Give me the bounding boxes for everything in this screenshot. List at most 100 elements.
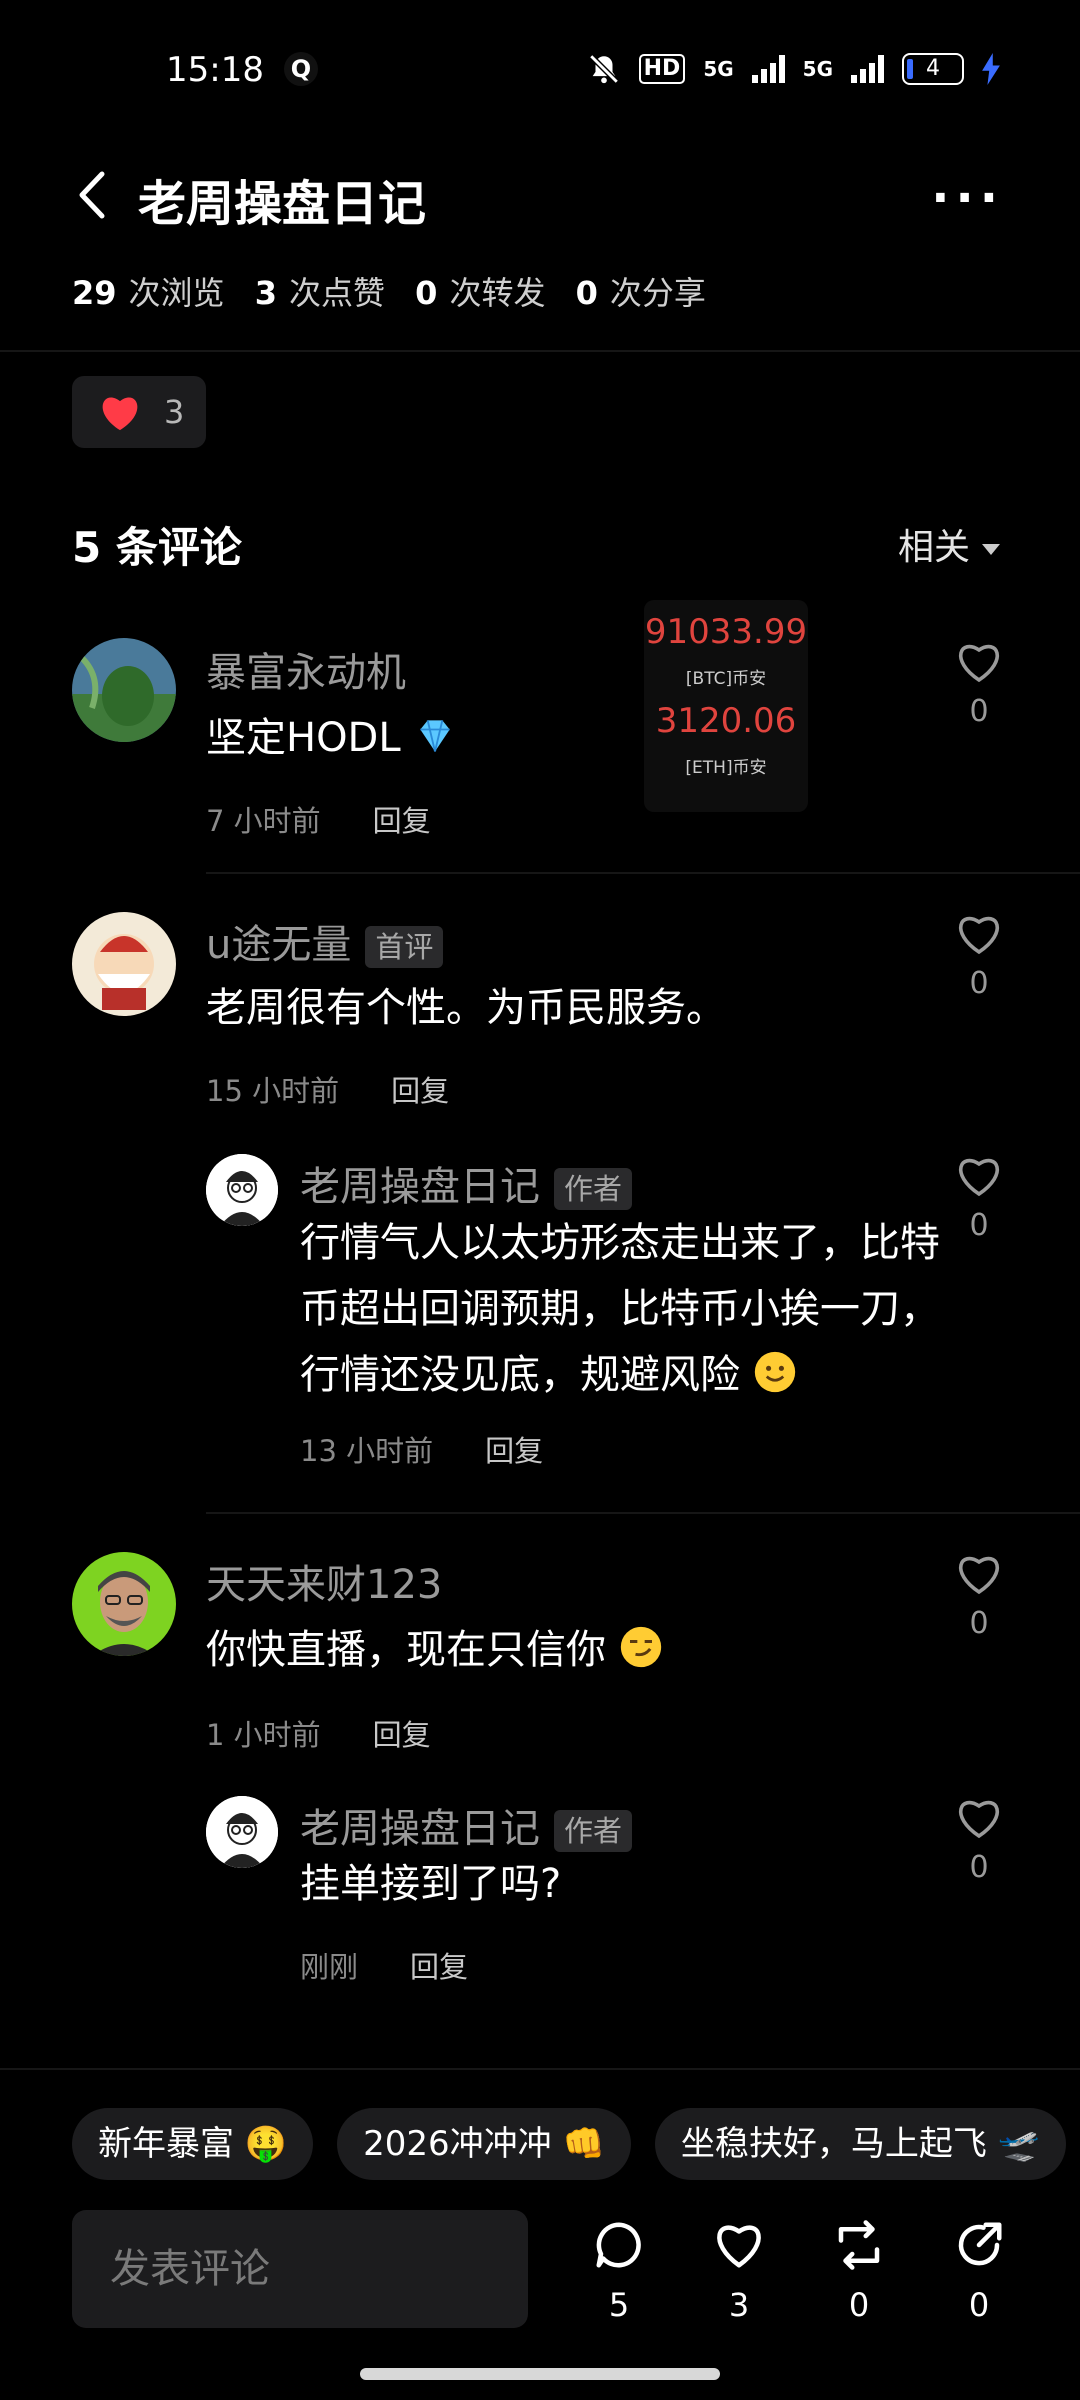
divider — [206, 1512, 1080, 1514]
comment-text-body: 行情气人以太坊形态走出来了，比特币超出回调预期，比特币小挨一刀，行情还没见底，规… — [300, 1220, 940, 1398]
comments-action-button[interactable]: 5 — [584, 2218, 654, 2324]
reply-button[interactable]: 回复 — [373, 1718, 431, 1752]
heart-outline-icon — [959, 1158, 999, 1197]
more-options-button[interactable]: ··· — [931, 170, 1004, 226]
comment-username[interactable]: 老周操盘日记 作者 — [300, 1796, 633, 1854]
post-stats: 29 次浏览 3 次点赞 0 次转发 0 次分享 — [72, 268, 706, 314]
comment-meta: 1 小时前 回复 — [206, 1712, 431, 1754]
comment-meta: 刚刚 回复 — [300, 1944, 468, 1986]
comment-username[interactable]: 老周操盘日记 作者 — [300, 1154, 633, 1212]
status-time: 15:18 — [166, 50, 264, 90]
repost-icon — [838, 2220, 880, 2270]
author-badge: 作者 — [554, 1168, 633, 1210]
status-icons: HD 5G 5G 4 — [587, 52, 1000, 86]
username-text: u途无量 — [206, 922, 352, 968]
battery-icon: 4 — [902, 53, 964, 85]
reply-button[interactable]: 回复 — [410, 1950, 468, 1984]
header: 老周操盘日记 ··· — [0, 150, 1080, 240]
reply-button[interactable]: 回复 — [485, 1434, 543, 1468]
divider — [0, 2068, 1080, 2070]
quick-reply-chip[interactable]: 新年暴富 🤑 — [72, 2108, 314, 2180]
username-text: 老周操盘日记 — [300, 1164, 540, 1210]
quick-reply-chip[interactable]: 2026冲冲冲 👊 — [337, 2108, 631, 2180]
avatar[interactable] — [206, 1796, 278, 1868]
price-ticker-widget[interactable]: 91033.99 [BTC]币安 3120.06 [ETH]币安 — [644, 600, 808, 812]
comment-like-button[interactable]: 0 — [954, 1552, 1004, 1641]
comment-meta: 13 小时前 回复 — [300, 1428, 543, 1470]
comment-time: 15 小时前 — [206, 1074, 340, 1108]
comment-like-button[interactable]: 0 — [954, 640, 1004, 729]
like-chip-count: 3 — [164, 393, 185, 431]
avatar[interactable] — [206, 1154, 278, 1226]
comment-text: 你快直播，现在只信你 — [206, 1618, 663, 1682]
btc-label: [BTC]币安 — [685, 669, 767, 689]
views-label: 次浏览 — [128, 274, 225, 312]
quick-reply-chip[interactable]: 坐稳扶好，马上起飞 🛫 — [654, 2108, 1066, 2180]
first-comment-badge: 首评 — [365, 926, 444, 968]
comments-count: 5 条评论 — [72, 523, 242, 572]
comment-like-button[interactable]: 0 — [954, 1796, 1004, 1885]
divider — [0, 350, 1080, 352]
comment-like-button[interactable]: 0 — [954, 1154, 1004, 1243]
like-action-button[interactable]: 3 — [704, 2218, 774, 2324]
sort-label: 相关 — [897, 527, 970, 568]
heart-outline-icon — [959, 644, 999, 683]
comment-meta: 15 小时前 回复 — [206, 1068, 449, 1110]
shares-count: 0 — [575, 274, 598, 312]
reply-button[interactable]: 回复 — [391, 1074, 449, 1108]
heart-outline-icon — [959, 916, 999, 955]
page-title: 老周操盘日记 — [138, 176, 427, 232]
like-action-count: 3 — [728, 2286, 750, 2324]
comment-username[interactable]: u途无量 首评 — [206, 912, 444, 970]
share-action-button[interactable]: 0 — [944, 2218, 1014, 2324]
like-reaction-chip[interactable]: 3 — [72, 376, 206, 448]
mute-bell-icon — [588, 54, 619, 84]
comment-like-count: 0 — [969, 1850, 989, 1885]
smile-emoji-icon — [754, 1351, 795, 1393]
forward-action-count: 0 — [848, 2286, 870, 2324]
divider — [206, 872, 1080, 874]
comment-time: 刚刚 — [300, 1950, 359, 1984]
comment-username[interactable]: 天天来财123 — [206, 1552, 442, 1610]
comment-username[interactable]: 暴富永动机 — [206, 640, 406, 698]
author-badge: 作者 — [554, 1810, 633, 1852]
comment-time: 13 小时前 — [300, 1434, 434, 1468]
forwards-count: 0 — [415, 274, 438, 312]
heart-outline-icon — [717, 2225, 761, 2268]
comment-input[interactable]: 发表评论 — [72, 2210, 528, 2328]
comment-like-count: 0 — [969, 1606, 989, 1641]
heart-outline-icon — [959, 1800, 999, 1839]
comments-action-count: 5 — [608, 2286, 630, 2324]
back-arrow-icon[interactable] — [72, 168, 112, 222]
shares-label: 次分享 — [609, 274, 706, 312]
comment-like-count: 0 — [969, 694, 989, 729]
comment-text: 坚定HODL — [206, 706, 457, 770]
home-indicator[interactable] — [360, 2368, 720, 2380]
signal-1-label: 5G — [703, 57, 734, 81]
smirk-emoji-icon — [620, 1626, 661, 1668]
status-bar: 15:18 Q HD 5G 5G 4 — [0, 0, 1080, 140]
heart-filled-icon — [102, 397, 138, 431]
comment-like-count: 0 — [969, 966, 989, 1001]
share-action-count: 0 — [968, 2286, 990, 2324]
signal-2-bars-icon — [851, 55, 884, 83]
charging-bolt-icon — [982, 53, 1000, 85]
username-text: 老周操盘日记 — [300, 1806, 540, 1852]
avatar[interactable] — [72, 638, 176, 742]
caret-down-icon — [982, 543, 1000, 555]
reply-button[interactable]: 回复 — [373, 804, 431, 838]
comment-like-count: 0 — [969, 1208, 989, 1243]
forward-action-button[interactable]: 0 — [824, 2218, 894, 2324]
avatar[interactable] — [72, 1552, 176, 1656]
views-count: 29 — [72, 274, 117, 312]
likes-label: 次点赞 — [288, 274, 385, 312]
comment-text: 行情气人以太坊形态走出来了，比特币超出回调预期，比特币小挨一刀，行情还没见底，规… — [300, 1210, 950, 1408]
hd-voice-icon: HD — [638, 54, 686, 84]
comment-like-button[interactable]: 0 — [954, 912, 1004, 1001]
share-icon — [958, 2222, 1002, 2266]
gem-emoji-icon — [420, 720, 451, 752]
comment-text: 老周很有个性。为币民服务。 — [206, 985, 726, 1031]
sort-dropdown[interactable]: 相关 — [898, 518, 1000, 570]
btc-price: 91033.99 — [644, 612, 808, 652]
avatar[interactable] — [72, 912, 176, 1016]
